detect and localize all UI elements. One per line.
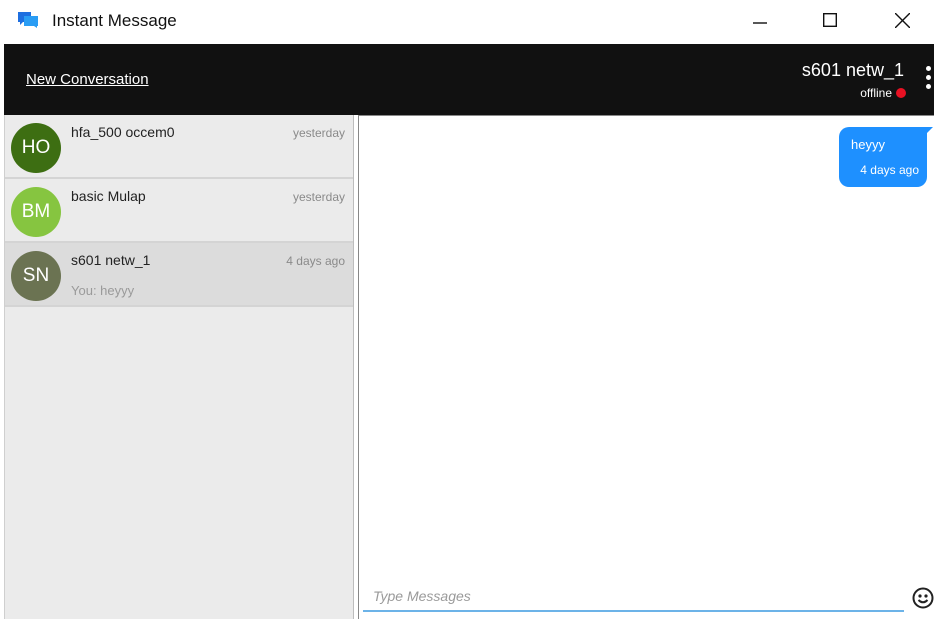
minimize-button[interactable] (736, 0, 784, 40)
new-conversation-link[interactable]: New Conversation (26, 71, 149, 88)
avatar: BM (11, 187, 61, 237)
message-text: heyyy (851, 137, 885, 152)
title-bar: Instant Message (0, 0, 934, 44)
avatar: HO (11, 123, 61, 173)
conversation-preview: You: heyyy (71, 283, 135, 298)
composer (358, 577, 934, 619)
conversation-time: yesterday (292, 190, 345, 204)
active-contact-name: s601 netw_1 (801, 60, 904, 80)
avatar: SN (11, 251, 61, 301)
conversation-time: yesterday (292, 126, 345, 140)
conversation-item[interactable]: BM basic Mulap yesterday (5, 179, 353, 243)
conversation-name: hfa_500 occem0 (71, 124, 175, 140)
maximize-icon (823, 13, 837, 27)
contact-status: offline (860, 86, 906, 100)
offline-status-dot (896, 88, 906, 98)
close-button[interactable] (878, 0, 926, 40)
sent-message-bubble: heyyy 4 days ago (839, 127, 933, 187)
window-title: Instant Message (52, 11, 177, 30)
chat-bubbles-icon (18, 12, 38, 28)
conversation-name: basic Mulap (71, 188, 146, 204)
emoji-icon[interactable] (912, 587, 934, 609)
close-icon (894, 12, 910, 28)
contact-status-label: offline (860, 86, 892, 100)
conversation-item-selected[interactable]: SN s601 netw_1 4 days ago You: heyyy (5, 243, 353, 307)
minimize-icon (753, 22, 767, 24)
more-options-icon[interactable] (926, 66, 932, 89)
conversation-time: 4 days ago (286, 254, 345, 268)
message-input[interactable] (363, 582, 904, 612)
bubble-tail (925, 127, 933, 135)
message-time: 4 days ago (860, 163, 919, 177)
conversation-item[interactable]: HO hfa_500 occem0 yesterday (5, 115, 353, 179)
app-header: New Conversation s601 netw_1 offline (4, 44, 934, 115)
message-area: heyyy 4 days ago (358, 115, 934, 578)
conversation-list: HO hfa_500 occem0 yesterday BM basic Mul… (4, 115, 354, 619)
conversation-name: s601 netw_1 (71, 252, 151, 268)
maximize-button[interactable] (806, 0, 854, 40)
